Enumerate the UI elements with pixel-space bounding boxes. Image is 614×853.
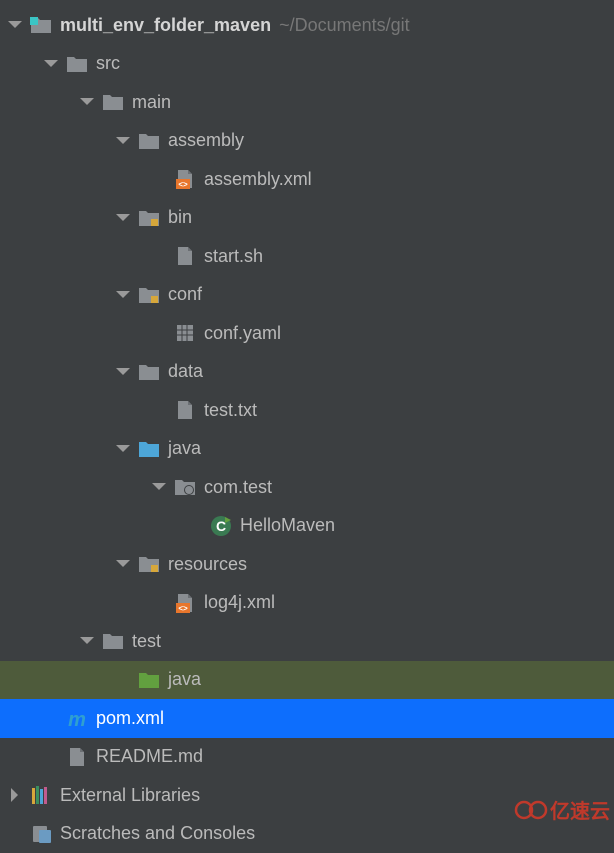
tree-row-test-java[interactable]: java	[0, 661, 614, 700]
watermark: 亿速云	[514, 795, 610, 824]
external-libraries-label: External Libraries	[60, 785, 200, 806]
file-label: pom.xml	[96, 708, 164, 729]
file-label: log4j.xml	[204, 592, 275, 613]
folder-icon	[138, 284, 160, 306]
tree-row-bin[interactable]: bin	[0, 199, 614, 238]
file-label: test.txt	[204, 400, 257, 421]
package-icon	[174, 476, 196, 498]
tree-row-test-txt[interactable]: test.txt	[0, 391, 614, 430]
folder-icon	[138, 207, 160, 229]
folder-label: main	[132, 92, 171, 113]
source-folder-icon	[138, 438, 160, 460]
project-name-label: multi_env_folder_maven	[60, 15, 271, 36]
xml-file-icon	[174, 592, 196, 614]
maven-icon	[66, 707, 88, 729]
file-label: start.sh	[204, 246, 263, 267]
tree-row-resources[interactable]: resources	[0, 545, 614, 584]
tree-row-assembly[interactable]: assembly	[0, 122, 614, 161]
expand-arrow-icon[interactable]	[114, 440, 132, 458]
expand-arrow-icon[interactable]	[114, 363, 132, 381]
folder-icon	[66, 53, 88, 75]
folder-label: java	[168, 669, 201, 690]
file-label: conf.yaml	[204, 323, 281, 344]
folder-label: test	[132, 631, 161, 652]
class-label: HelloMaven	[240, 515, 335, 536]
folder-label: bin	[168, 207, 192, 228]
tree-row-data[interactable]: data	[0, 353, 614, 392]
expand-arrow-icon[interactable]	[150, 478, 168, 496]
folder-label: conf	[168, 284, 202, 305]
expand-arrow-icon[interactable]	[6, 16, 24, 34]
file-label: assembly.xml	[204, 169, 312, 190]
folder-label: java	[168, 438, 201, 459]
expand-arrow-icon[interactable]	[114, 209, 132, 227]
folder-label: resources	[168, 554, 247, 575]
expand-arrow-icon[interactable]	[114, 555, 132, 573]
tree-row-com-test[interactable]: com.test	[0, 468, 614, 507]
scratches-icon	[30, 823, 52, 845]
folder-label: assembly	[168, 130, 244, 151]
project-tree: multi_env_folder_maven ~/Documents/git s…	[0, 0, 614, 853]
expand-arrow-icon[interactable]	[114, 132, 132, 150]
expand-arrow-icon[interactable]	[42, 55, 60, 73]
tree-row-hello-maven[interactable]: HelloMaven	[0, 507, 614, 546]
xml-file-icon	[174, 168, 196, 190]
project-folder-icon	[30, 14, 52, 36]
tree-row-conf-yaml[interactable]: conf.yaml	[0, 314, 614, 353]
test-folder-icon	[138, 669, 160, 691]
tree-row-src[interactable]: src	[0, 45, 614, 84]
expand-arrow-icon[interactable]	[114, 286, 132, 304]
folder-label: data	[168, 361, 203, 382]
folder-label: src	[96, 53, 120, 74]
tree-row-assembly-xml[interactable]: assembly.xml	[0, 160, 614, 199]
file-icon	[174, 399, 196, 421]
tree-row-readme[interactable]: README.md	[0, 738, 614, 777]
watermark-text: 亿速云	[550, 795, 610, 824]
java-class-icon	[210, 515, 232, 537]
expand-arrow-icon[interactable]	[6, 786, 24, 804]
external-libraries-icon	[30, 784, 52, 806]
folder-icon	[138, 130, 160, 152]
resources-folder-icon	[138, 553, 160, 575]
tree-row-java[interactable]: java	[0, 430, 614, 469]
project-path-label: ~/Documents/git	[279, 15, 410, 36]
tree-row-project-root[interactable]: multi_env_folder_maven ~/Documents/git	[0, 6, 614, 45]
scratches-label: Scratches and Consoles	[60, 823, 255, 844]
tree-row-pom-xml[interactable]: pom.xml	[0, 699, 614, 738]
tree-row-conf[interactable]: conf	[0, 276, 614, 315]
tree-row-log4j-xml[interactable]: log4j.xml	[0, 584, 614, 623]
folder-icon	[138, 361, 160, 383]
expand-arrow-icon[interactable]	[78, 632, 96, 650]
package-label: com.test	[204, 477, 272, 498]
tree-row-main[interactable]: main	[0, 83, 614, 122]
tree-row-test[interactable]: test	[0, 622, 614, 661]
folder-icon	[102, 630, 124, 652]
yaml-file-icon	[174, 322, 196, 344]
tree-row-start-sh[interactable]: start.sh	[0, 237, 614, 276]
folder-icon	[102, 91, 124, 113]
expand-arrow-icon[interactable]	[78, 93, 96, 111]
file-icon	[66, 746, 88, 768]
file-label: README.md	[96, 746, 203, 767]
watermark-logo-icon	[514, 799, 548, 821]
file-icon	[174, 245, 196, 267]
